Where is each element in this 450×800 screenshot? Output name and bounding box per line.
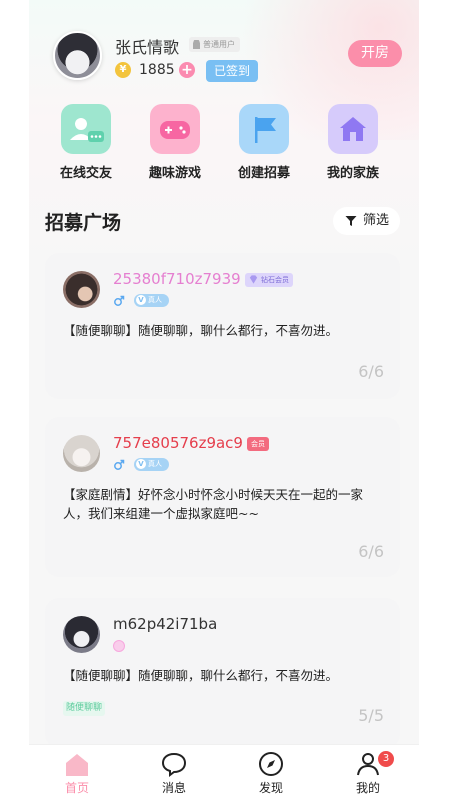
real-person-badge: 真人	[134, 294, 169, 307]
coin-balance: 1885	[139, 62, 175, 78]
bottom-nav: 首页 消息 发现 我的 3	[29, 744, 419, 800]
recruit-card[interactable]: 25380f710z7939 钻石会员 真人 【随便聊聊】随便聊聊，聊什么都行，…	[45, 253, 400, 399]
card-avatar[interactable]	[63, 616, 100, 653]
card-member-count: 6/6	[358, 362, 384, 381]
card-avatar[interactable]	[63, 435, 100, 472]
flag-icon	[239, 104, 289, 154]
card-member-count: 6/6	[358, 542, 384, 561]
nav-messages[interactable]: 消息	[129, 745, 219, 800]
menu-label: 在线交友	[59, 166, 112, 181]
username: 张氏情歌	[115, 38, 180, 57]
phone-frame: 张氏情歌 普通用户 ¥ 1885 + 已签到 开房 在线交友 趣味游戏 创建招募…	[0, 0, 450, 800]
person-icon	[357, 753, 379, 776]
nav-home[interactable]: 首页	[32, 745, 122, 800]
user-avatar[interactable]	[53, 31, 102, 80]
compass-icon	[259, 752, 283, 776]
card-description: 【随便聊聊】随便聊聊，聊什么都行，不喜勿进。	[63, 668, 339, 683]
card-username: 757e80576z9ac9	[113, 434, 243, 452]
diamond-icon	[249, 275, 258, 284]
message-icon	[161, 752, 187, 777]
home-screen: 张氏情歌 普通用户 ¥ 1885 + 已签到 开房 在线交友 趣味游戏 创建招募…	[29, 0, 419, 800]
menu-create-recruit[interactable]: 创建招募	[229, 104, 299, 181]
card-member-count: 5/5	[358, 706, 384, 725]
card-avatar[interactable]	[63, 271, 100, 308]
male-icon	[114, 459, 125, 470]
home-icon	[66, 754, 88, 776]
recharge-plus-button[interactable]: +	[179, 62, 195, 78]
badge-label: 钻石会员	[261, 276, 289, 284]
menu-online-dating[interactable]: 在线交友	[51, 104, 121, 181]
card-username: 25380f710z7939	[113, 270, 241, 288]
notification-badge: 3	[378, 751, 394, 767]
menu-label: 创建招募	[237, 166, 290, 181]
menu-label: 我的家族	[326, 166, 379, 181]
nav-label: 发现	[258, 781, 283, 795]
card-description: 【随便聊聊】随便聊聊，聊什么都行，不喜勿进。	[63, 323, 339, 338]
filter-label: 筛选	[363, 213, 390, 228]
menu-label: 趣味游戏	[148, 166, 201, 181]
menu-fun-games[interactable]: 趣味游戏	[140, 104, 210, 181]
filter-button[interactable]: 筛选	[333, 207, 400, 235]
checkin-button[interactable]: 已签到	[206, 60, 258, 82]
filter-icon	[345, 216, 357, 226]
user-role-tag: 普通用户	[189, 37, 240, 52]
gamepad-icon	[150, 104, 200, 154]
recruit-card[interactable]: m62p42i71ba 【随便聊聊】随便聊聊，聊什么都行，不喜勿进。 随便聊聊 …	[45, 598, 400, 748]
nav-label: 消息	[161, 781, 186, 795]
coin-icon: ¥	[115, 62, 131, 78]
nav-label: 首页	[64, 781, 89, 795]
section-title: 招募广场	[45, 212, 122, 234]
male-icon	[114, 295, 125, 306]
open-room-button[interactable]: 开房	[348, 40, 402, 67]
real-person-badge: 真人	[134, 458, 169, 471]
recruit-card[interactable]: 757e80576z9ac9 会员 真人 【家庭剧情】好怀念小时怀念小时候天天在…	[45, 417, 400, 577]
menu-my-family[interactable]: 我的家族	[318, 104, 388, 181]
level-icon	[113, 640, 125, 652]
nav-discover[interactable]: 发现	[226, 745, 316, 800]
member-badge: 会员	[247, 437, 269, 451]
card-description: 【家庭剧情】好怀念小时怀念小时候天天在一起的一家人，我们来组建一个虚拟家庭吧~~	[63, 487, 364, 521]
diamond-vip-badge: 钻石会员	[245, 273, 293, 287]
nav-label: 我的	[355, 781, 380, 795]
topic-tag: 随便聊聊	[63, 701, 106, 716]
home-icon	[328, 104, 378, 154]
nav-me[interactable]: 我的	[323, 745, 413, 800]
card-username: m62p42i71ba	[113, 615, 218, 633]
chat-people-icon	[61, 104, 111, 154]
